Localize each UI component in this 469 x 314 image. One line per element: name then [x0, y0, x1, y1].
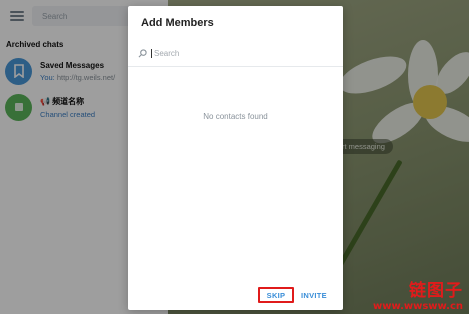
divider — [128, 66, 343, 67]
member-search-input[interactable] — [151, 48, 301, 58]
skip-button[interactable]: SKIP — [258, 287, 294, 303]
watermark-logo-text: 链图子 — [409, 281, 463, 301]
search-icon — [138, 48, 147, 57]
member-search — [138, 44, 333, 62]
watermark: 链图子 www.wwsww.cn — [373, 276, 463, 312]
watermark-url: www.wwsww.cn — [373, 301, 463, 312]
no-contacts-message: No contacts found — [203, 112, 268, 121]
invite-button[interactable]: INVITE — [301, 287, 327, 303]
dialog-title: Add Members — [141, 17, 214, 29]
add-members-dialog: Add Members No contacts found SKIP INVIT… — [128, 6, 343, 310]
